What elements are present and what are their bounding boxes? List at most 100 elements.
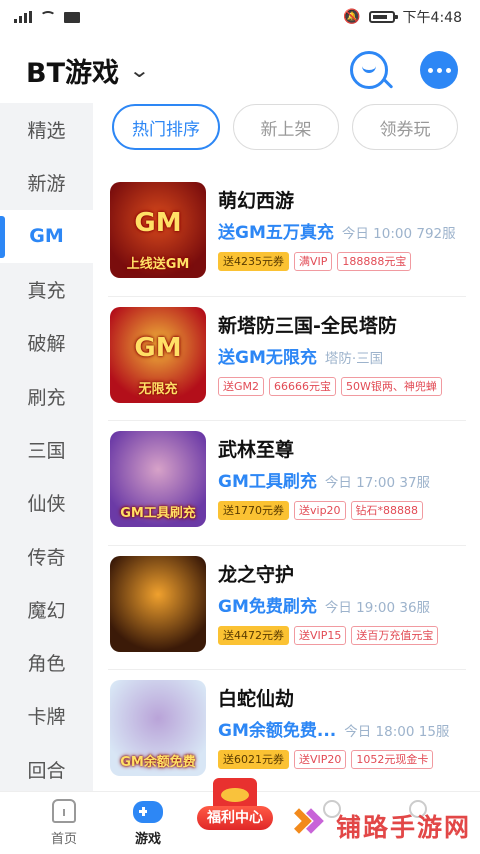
game-info: 萌幻西游 送GM五万真充 今日 10:00 792服 送4235元券 满VIP 18… bbox=[218, 186, 466, 271]
sidebar-item[interactable]: 三国 bbox=[0, 423, 93, 476]
game-tag: 1052元现金卡 bbox=[351, 750, 434, 769]
game-name: 新塔防三国-全民塔防 bbox=[218, 314, 397, 337]
tab-new-release[interactable]: 新上架 bbox=[233, 104, 339, 150]
thumb-title: GM bbox=[134, 332, 182, 363]
game-tag: 50W银两、神兜蝉 bbox=[341, 376, 442, 396]
status-bar: 🔕 下午4:48 bbox=[0, 0, 480, 34]
game-tags: 送4235元券 满VIP 188888元宝 bbox=[218, 252, 466, 271]
game-name: 萌幻西游 bbox=[218, 190, 295, 212]
game-name: 武林至尊 bbox=[218, 439, 295, 461]
game-tag: 满VIP bbox=[294, 252, 333, 271]
list-item[interactable]: GM余额免费 白蛇仙劫 GM余额免费... 今日 18:00 15服 送6021… bbox=[108, 670, 466, 795]
mail-icon bbox=[64, 11, 80, 23]
game-tags: 送4472元券 送VIP15 送百万充值元宝 bbox=[218, 625, 466, 645]
thumb-caption: 无限充 bbox=[138, 381, 178, 397]
game-promo: GM余额免费... bbox=[218, 721, 337, 741]
watermark-text: 铺路手游网 bbox=[336, 813, 472, 842]
game-list: GM 上线送GM 萌幻西游 送GM五万真充 今日 10:00 792服 送423… bbox=[108, 172, 466, 795]
list-item[interactable]: GM 上线送GM 萌幻西游 送GM五万真充 今日 10:00 792服 送423… bbox=[108, 172, 466, 297]
sidebar-item[interactable]: 刷充 bbox=[0, 369, 93, 422]
game-tag: 送4235元券 bbox=[218, 252, 289, 271]
game-info: 武林至尊 GM工具刷充 今日 17:00 37服 送1770元券 送vip20 钻石… bbox=[218, 435, 466, 520]
game-thumbnail[interactable]: GM 上线送GM bbox=[110, 182, 206, 278]
gamepad-icon bbox=[133, 801, 163, 823]
game-name: 白蛇仙劫 bbox=[218, 688, 295, 710]
game-tag: 66666元宝 bbox=[269, 376, 337, 396]
game-server-info: 塔防·三国 bbox=[324, 350, 384, 367]
game-thumbnail[interactable]: GM 无限充 bbox=[110, 306, 206, 403]
game-thumbnail[interactable]: GM工具刷充 bbox=[110, 431, 206, 527]
battery-icon bbox=[368, 11, 398, 23]
game-image bbox=[110, 555, 206, 652]
game-server-info: 今日 17:00 37服 bbox=[324, 475, 431, 491]
game-tag: 送百万充值元宝 bbox=[351, 625, 439, 645]
game-tag: 送vip20 bbox=[294, 501, 346, 520]
tab-hot-sort[interactable]: 热门排序 bbox=[112, 104, 220, 150]
page-title[interactable]: BT游戏 bbox=[26, 51, 119, 90]
thumb-title: GM bbox=[134, 208, 182, 238]
search-icon[interactable] bbox=[350, 51, 394, 89]
message-icon[interactable] bbox=[420, 51, 458, 89]
game-name: 龙之守护 bbox=[218, 563, 295, 586]
nav-games-label: 游戏 bbox=[134, 832, 161, 847]
nav-games[interactable]: 游戏 bbox=[108, 792, 188, 847]
sidebar-item-gm[interactable]: GM bbox=[0, 209, 93, 263]
list-item[interactable]: GM 无限充 新塔防三国-全民塔防 送GM无限充 塔防·三国 送GM2 66666… bbox=[108, 297, 466, 421]
nav-home[interactable]: 首页 bbox=[24, 792, 104, 847]
sidebar-item[interactable]: 魔幻 bbox=[0, 583, 93, 636]
game-promo-row: 送GM五万真充 今日 10:00 792服 bbox=[218, 218, 466, 243]
list-item[interactable]: 龙之守护 GM免费刷充 今日 19:00 36服 送4472元券 送VIP15 送百… bbox=[108, 546, 466, 670]
game-server-info: 今日 10:00 792服 bbox=[341, 226, 456, 242]
game-info: 白蛇仙劫 GM余额免费... 今日 18:00 15服 送6021元券 送VIP2… bbox=[218, 684, 466, 769]
game-tag: 送6021元券 bbox=[218, 750, 289, 769]
game-thumbnail[interactable] bbox=[110, 555, 206, 652]
site-watermark: 铺路手游网 bbox=[286, 806, 472, 846]
thumb-caption: GM工具刷充 bbox=[120, 506, 196, 521]
home-icon bbox=[52, 799, 76, 823]
game-tags: 送1770元券 送vip20 钻石*88888 bbox=[218, 501, 466, 520]
game-promo: GM免费刷充 bbox=[218, 596, 317, 617]
sidebar-item[interactable]: 卡牌 bbox=[0, 689, 93, 742]
game-tags: 送6021元券 送VIP20 1052元现金卡 bbox=[218, 750, 466, 769]
game-tag: 送4472元券 bbox=[218, 625, 289, 645]
game-promo-row: GM免费刷充 今日 19:00 36服 bbox=[218, 592, 466, 617]
game-info: 新塔防三国-全民塔防 送GM无限充 塔防·三国 送GM2 66666元宝 50W银两… bbox=[218, 311, 466, 396]
signal-icon bbox=[14, 11, 32, 23]
sidebar-item[interactable]: 破解 bbox=[0, 316, 93, 369]
sidebar-item[interactable]: 仙侠 bbox=[0, 476, 93, 529]
game-server-info: 今日 18:00 15服 bbox=[344, 724, 450, 740]
watermark-logo-icon bbox=[286, 806, 330, 846]
game-promo-row: GM余额免费... 今日 18:00 15服 bbox=[218, 716, 466, 741]
thumb-caption: GM余额免费 bbox=[120, 755, 196, 770]
game-thumbnail[interactable]: GM余额免费 bbox=[110, 680, 206, 776]
game-tags: 送GM2 66666元宝 50W银两、神兜蝉 bbox=[218, 376, 466, 396]
category-sidebar: 精选 新游 GM 真充 破解 刷充 三国 仙侠 传奇 魔幻 角色 卡牌 回合 bbox=[0, 103, 93, 791]
app-header: BT游戏 ⌄ bbox=[0, 40, 480, 100]
game-tag: 188888元宝 bbox=[337, 252, 412, 271]
list-item[interactable]: GM工具刷充 武林至尊 GM工具刷充 今日 17:00 37服 送1770元券送… bbox=[108, 421, 466, 546]
game-promo-row: 送GM无限充 塔防·三国 bbox=[218, 343, 466, 368]
sidebar-item[interactable]: 回合 bbox=[0, 743, 93, 791]
game-promo: 送GM无限充 bbox=[218, 347, 317, 368]
tab-coupon-play[interactable]: 领券玩 bbox=[352, 104, 458, 150]
game-promo: 送GM五万真充 bbox=[218, 223, 334, 243]
game-server-info: 今日 19:00 36服 bbox=[324, 599, 431, 616]
thumb-caption: 上线送GM bbox=[126, 257, 190, 272]
mute-icon: 🔕 bbox=[343, 9, 361, 25]
sidebar-item[interactable]: 角色 bbox=[0, 636, 93, 689]
game-promo-row: GM工具刷充 今日 17:00 37服 bbox=[218, 467, 466, 492]
game-tag: 送VIP15 bbox=[294, 625, 347, 645]
nav-home-label: 首页 bbox=[50, 832, 77, 847]
game-tag: 送GM2 bbox=[218, 376, 265, 396]
game-promo: GM工具刷充 bbox=[218, 472, 317, 492]
game-tag: 送1770元券 bbox=[218, 501, 289, 520]
wifi-icon bbox=[40, 11, 56, 23]
welfare-center-label: 福利中心 bbox=[197, 806, 273, 830]
status-time: 下午4:48 bbox=[402, 10, 462, 26]
chevron-down-icon[interactable]: ⌄ bbox=[128, 58, 150, 82]
sidebar-item[interactable]: 真充 bbox=[0, 263, 93, 316]
sidebar-item[interactable]: 新游 bbox=[0, 156, 93, 209]
welfare-center-button[interactable]: 福利中心 bbox=[197, 778, 273, 848]
sidebar-item[interactable]: 精选 bbox=[0, 103, 93, 156]
sidebar-item[interactable]: 传奇 bbox=[0, 529, 93, 582]
